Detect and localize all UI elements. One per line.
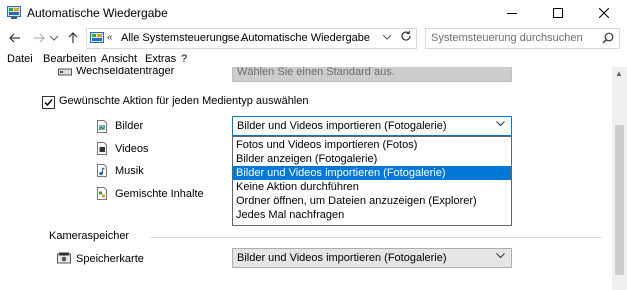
removable-drive-label: Wechseldatenträger (76, 67, 175, 77)
mixed-content-file-icon (97, 187, 107, 200)
checkmark-icon (44, 99, 53, 107)
menu-ansicht[interactable]: Ansicht (101, 53, 137, 65)
video-file-icon (97, 142, 107, 155)
maximize-button[interactable] (535, 0, 581, 26)
breadcrumb-separator[interactable]: › (227, 32, 230, 43)
search-icon (602, 32, 614, 44)
navigation-bar: « Alle Systemsteuerungse... › Automatisc… (0, 26, 627, 50)
minimize-button[interactable] (489, 0, 535, 26)
music-file-icon (97, 164, 107, 177)
address-overflow-chevron[interactable]: « (107, 32, 113, 43)
control-panel-icon (7, 6, 21, 19)
maximize-icon (553, 8, 563, 18)
menu-extras[interactable]: Extras (145, 53, 176, 65)
arrow-left-icon (9, 33, 20, 43)
control-panel-icon (90, 32, 104, 43)
dropdown-option-ordner-oeffnen[interactable]: Ordner öffnen, um Dateien anzuzeigen (Ex… (233, 194, 511, 208)
arrow-right-icon (34, 33, 45, 43)
close-icon (599, 8, 609, 18)
arrow-up-icon (68, 32, 78, 43)
media-label-musik: Musik (115, 165, 144, 177)
bilder-action-select[interactable]: Bilder und Videos importieren (Fotogaler… (232, 116, 512, 136)
autoplay-settings-panel: Wechseldatenträger Wählen Sie einen Stan… (0, 67, 612, 290)
picture-file-icon (97, 120, 107, 133)
section-divider (150, 237, 602, 238)
title-bar: Automatische Wiedergabe (0, 0, 627, 26)
media-label-bilder: Bilder (115, 120, 144, 132)
media-label-videos: Videos (115, 143, 149, 155)
memory-card-action-select[interactable]: Bilder und Videos importieren (Fotogaler… (232, 248, 512, 268)
menu-bearbeiten[interactable]: Bearbeiten (43, 53, 96, 65)
vertical-scrollbar[interactable]: ▲ (612, 67, 627, 290)
per-media-checkbox[interactable] (42, 96, 55, 109)
up-button[interactable] (64, 29, 82, 47)
memory-card-label: Speicherkarte (76, 253, 144, 265)
back-button[interactable] (6, 29, 24, 47)
bilder-action-dropdown-list: Fotos und Videos importieren (Fotos) Bil… (232, 136, 512, 226)
chevron-down-icon (496, 121, 505, 127)
refresh-icon (401, 30, 411, 41)
window-title: Automatische Wiedergabe (27, 6, 168, 20)
chevron-down-icon (382, 34, 392, 40)
chevron-down-icon (50, 35, 58, 41)
menu-bar: Datei Bearbeiten Ansicht Extras ? (0, 52, 627, 67)
scrollbar-thumb[interactable] (615, 125, 624, 275)
chevron-down-icon (496, 253, 505, 259)
refresh-button[interactable] (400, 30, 412, 45)
memory-card-icon (57, 252, 71, 264)
dropdown-option-jedes-mal-nachfragen[interactable]: Jedes Mal nachfragen (233, 208, 511, 222)
recent-locations-button[interactable] (48, 29, 60, 47)
dropdown-option-bilder-anzeigen[interactable]: Bilder anzeigen (Fotogalerie) (233, 152, 511, 166)
camera-storage-heading: Kameraspeicher (49, 230, 130, 242)
scroll-up-icon[interactable]: ▲ (615, 69, 623, 78)
menu-datei[interactable]: Datei (7, 53, 33, 65)
address-bar[interactable]: « Alle Systemsteuerungse... › Automatisc… (86, 28, 417, 49)
search-box[interactable]: Systemsteuerung durchsuchen (425, 28, 620, 49)
removable-drive-icon (58, 68, 72, 76)
menu-help[interactable]: ? (181, 53, 187, 65)
address-history-button[interactable] (382, 32, 392, 42)
forward-button[interactable] (30, 29, 48, 47)
breadcrumb-autoplay[interactable]: Automatische Wiedergabe (241, 32, 370, 44)
media-label-gemischte-inhalte: Gemischte Inhalte (115, 188, 204, 200)
dropdown-option-keine-aktion[interactable]: Keine Aktion durchführen (233, 180, 511, 194)
close-button[interactable] (581, 0, 627, 26)
per-media-checkbox-label[interactable]: Gewünschte Aktion für jeden Medientyp au… (59, 95, 309, 107)
search-input[interactable]: Systemsteuerung durchsuchen (431, 32, 583, 44)
dropdown-option-fotogalerie-importieren[interactable]: Bilder und Videos importieren (Fotogaler… (233, 166, 511, 180)
minimize-icon (507, 13, 517, 14)
dropdown-option-fotos-importieren[interactable]: Fotos und Videos importieren (Fotos) (233, 138, 511, 152)
removable-drive-select[interactable]: Wählen Sie einen Standard aus. (232, 67, 512, 82)
